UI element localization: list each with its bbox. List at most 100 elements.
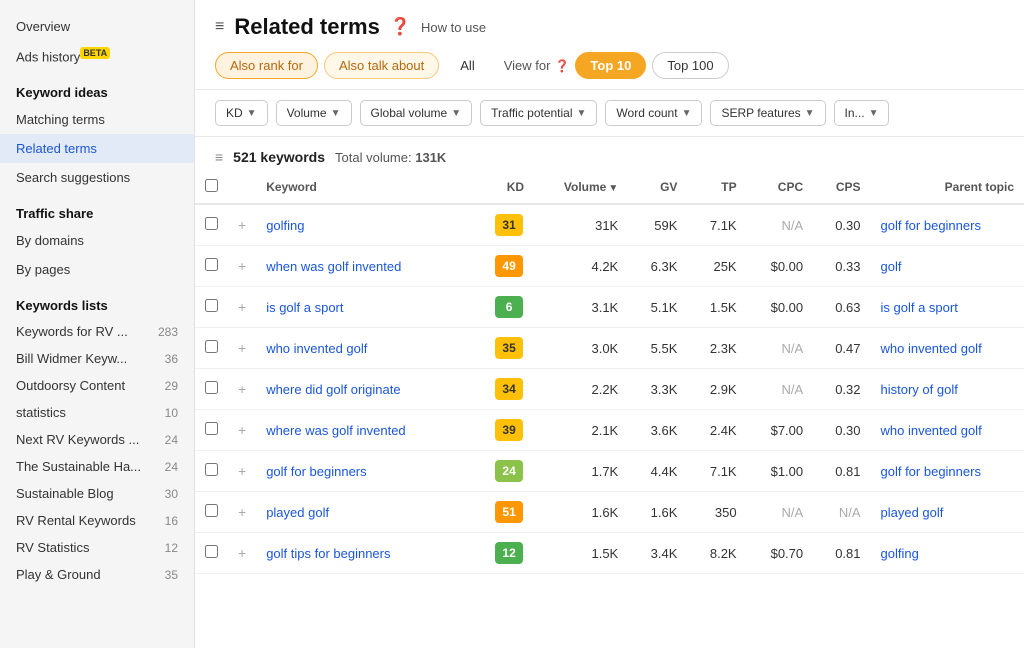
parent-topic-cell[interactable]: who invented golf <box>871 410 1024 451</box>
sidebar-list-item[interactable]: Sustainable Blog30 <box>0 480 194 507</box>
row-checkbox[interactable] <box>205 299 218 312</box>
dropdown-arrow-icon: ▼ <box>682 108 692 119</box>
view-for-help-icon[interactable]: ❓ <box>554 59 569 73</box>
cps-cell: N/A <box>813 492 870 533</box>
sidebar-list-item[interactable]: Outdoorsy Content29 <box>0 372 194 399</box>
parent-topic-cell[interactable]: history of golf <box>871 369 1024 410</box>
also-talk-about-btn[interactable]: Also talk about <box>324 52 439 79</box>
summary-bar: ≡ 521 keywords Total volume: 131K <box>195 137 1024 171</box>
keyword-cell[interactable]: where was golf invented <box>256 410 484 451</box>
add-keyword-btn[interactable]: + <box>228 533 256 574</box>
row-checkbox[interactable] <box>205 545 218 558</box>
gv-cell: 3.3K <box>628 369 687 410</box>
add-keyword-btn[interactable]: + <box>228 328 256 369</box>
dropdown-arrow-icon: ▼ <box>805 108 815 119</box>
sidebar-item-related-terms[interactable]: Related terms <box>0 134 194 163</box>
col-filter-btn[interactable]: Global volume▼ <box>360 100 473 126</box>
parent-topic-cell[interactable]: golf for beginners <box>871 451 1024 492</box>
sidebar-list-item[interactable]: Bill Widmer Keyw...36 <box>0 345 194 372</box>
row-checkbox-cell <box>195 246 228 287</box>
row-checkbox[interactable] <box>205 217 218 230</box>
add-keyword-btn[interactable]: + <box>228 204 256 246</box>
keyword-cell[interactable]: when was golf invented <box>256 246 484 287</box>
sidebar-item-by-domains[interactable]: By domains <box>0 226 194 255</box>
keyword-cell[interactable]: golfing <box>256 204 484 246</box>
gv-cell: 6.3K <box>628 246 687 287</box>
add-keyword-btn[interactable]: + <box>228 410 256 451</box>
sidebar-list-item[interactable]: RV Statistics12 <box>0 534 194 561</box>
sidebar-item-by-pages[interactable]: By pages <box>0 255 194 284</box>
kd-badge: 39 <box>495 419 523 441</box>
add-keyword-btn[interactable]: + <box>228 451 256 492</box>
kd-badge: 31 <box>495 214 523 236</box>
row-checkbox[interactable] <box>205 463 218 476</box>
kd-cell: 24 <box>484 451 534 492</box>
table-row: +who invented golf353.0K5.5K2.3KN/A0.47w… <box>195 328 1024 369</box>
keyword-cell[interactable]: who invented golf <box>256 328 484 369</box>
col-filter-btn[interactable]: KD▼ <box>215 100 268 126</box>
sidebar-list-item[interactable]: The Sustainable Ha...24 <box>0 453 194 480</box>
row-checkbox[interactable] <box>205 381 218 394</box>
parent-topic-cell[interactable]: golf <box>871 246 1024 287</box>
col-filter-btn[interactable]: SERP features▼ <box>710 100 825 126</box>
keyword-cell[interactable]: golf for beginners <box>256 451 484 492</box>
parent-topic-cell[interactable]: played golf <box>871 492 1024 533</box>
top10-btn[interactable]: Top 10 <box>575 52 646 79</box>
sidebar-item-overview[interactable]: Overview <box>0 12 194 41</box>
col-filter-btn[interactable]: In...▼ <box>834 100 890 126</box>
help-icon[interactable]: ❓ <box>390 17 411 37</box>
sidebar-item-search-suggestions[interactable]: Search suggestions <box>0 163 194 192</box>
col-filter-btn[interactable]: Volume▼ <box>276 100 352 126</box>
tp-cell: 1.5K <box>687 287 746 328</box>
sidebar-nav: Overview Ads historyBETA <box>0 12 194 71</box>
sidebar-list-item[interactable]: Play & Ground35 <box>0 561 194 588</box>
volume-cell: 4.2K <box>534 246 628 287</box>
add-keyword-btn[interactable]: + <box>228 369 256 410</box>
row-checkbox-cell <box>195 204 228 246</box>
row-checkbox[interactable] <box>205 340 218 353</box>
keyword-cell[interactable]: played golf <box>256 492 484 533</box>
volume-cell: 2.2K <box>534 369 628 410</box>
add-keyword-btn[interactable]: + <box>228 246 256 287</box>
kd-cell: 35 <box>484 328 534 369</box>
also-rank-for-btn[interactable]: Also rank for <box>215 52 318 79</box>
add-keyword-btn[interactable]: + <box>228 287 256 328</box>
gv-cell: 1.6K <box>628 492 687 533</box>
row-checkbox[interactable] <box>205 258 218 271</box>
list-icon: ≡ <box>215 149 223 165</box>
row-checkbox[interactable] <box>205 504 218 517</box>
keyword-cell[interactable]: where did golf originate <box>256 369 484 410</box>
how-to-use-link[interactable]: How to use <box>421 20 486 35</box>
cpc-cell: $1.00 <box>747 451 814 492</box>
dropdown-arrow-icon: ▼ <box>869 108 879 119</box>
parent-topic-cell[interactable]: golf for beginners <box>871 204 1024 246</box>
volume-cell: 1.5K <box>534 533 628 574</box>
sidebar-item-matching-terms[interactable]: Matching terms <box>0 105 194 134</box>
table-header: KeywordKDVolume▼GVTPCPCCPSParent topic <box>195 171 1024 204</box>
sidebar-list-item[interactable]: RV Rental Keywords16 <box>0 507 194 534</box>
col-header-volume[interactable]: Volume▼ <box>534 171 628 204</box>
sidebar-list-item[interactable]: statistics10 <box>0 399 194 426</box>
col-filter-btn[interactable]: Traffic potential▼ <box>480 100 597 126</box>
all-btn[interactable]: All <box>445 52 489 79</box>
col-filter-bar: KD▼ Volume▼ Global volume▼ Traffic potentia… <box>195 90 1024 137</box>
add-keyword-btn[interactable]: + <box>228 492 256 533</box>
select-all-checkbox[interactable] <box>205 179 218 192</box>
parent-topic-cell[interactable]: who invented golf <box>871 328 1024 369</box>
parent-topic-cell[interactable]: is golf a sport <box>871 287 1024 328</box>
table-row: +is golf a sport63.1K5.1K1.5K$0.000.63is… <box>195 287 1024 328</box>
sidebar-list-item[interactable]: Next RV Keywords ...24 <box>0 426 194 453</box>
row-checkbox[interactable] <box>205 422 218 435</box>
keyword-cell[interactable]: golf tips for beginners <box>256 533 484 574</box>
menu-icon[interactable]: ≡ <box>215 18 224 36</box>
top100-btn[interactable]: Top 100 <box>652 52 728 79</box>
parent-topic-cell[interactable]: golfing <box>871 533 1024 574</box>
volume-cell: 1.6K <box>534 492 628 533</box>
tp-cell: 7.1K <box>687 451 746 492</box>
sidebar-list-item[interactable]: Keywords for RV ...283 <box>0 318 194 345</box>
keyword-count: 521 keywords <box>233 149 325 165</box>
keyword-cell[interactable]: is golf a sport <box>256 287 484 328</box>
cps-cell: 0.81 <box>813 533 870 574</box>
sidebar-item-ads-history[interactable]: Ads historyBETA <box>0 41 194 71</box>
col-filter-btn[interactable]: Word count▼ <box>605 100 702 126</box>
